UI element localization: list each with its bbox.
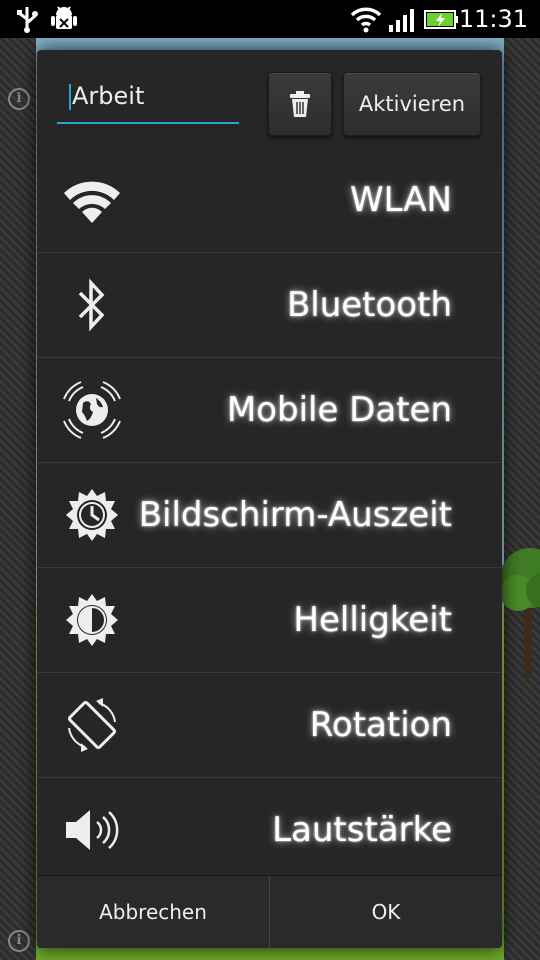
bluetooth-icon xyxy=(59,272,125,338)
widget-frame-right xyxy=(504,38,540,960)
cancel-button[interactable]: Abbrechen xyxy=(37,876,269,948)
profile-name-value: Arbeit xyxy=(72,82,145,110)
list-item-label: Bildschirm-Auszeit xyxy=(138,495,452,535)
brightness-icon xyxy=(59,587,125,653)
ok-button[interactable]: OK xyxy=(269,876,502,948)
list-item-label: Mobile Daten xyxy=(226,390,452,430)
wifi-icon xyxy=(59,167,125,233)
list-item-label: Helligkeit xyxy=(293,600,452,640)
rotation-icon xyxy=(59,692,125,758)
usb-icon xyxy=(17,7,38,33)
dialog-footer: Abbrechen OK xyxy=(37,875,502,948)
battery-charging-icon xyxy=(424,10,458,29)
list-item-mobile-data[interactable]: Mobile Daten xyxy=(37,358,502,463)
volume-icon xyxy=(59,797,125,863)
wifi-icon xyxy=(350,7,382,33)
android-debug-icon xyxy=(51,6,77,29)
signal-icon xyxy=(389,9,414,32)
list-item-brightness[interactable]: Helligkeit xyxy=(37,568,502,673)
list-item-label: Rotation xyxy=(309,705,452,745)
info-icon[interactable]: i xyxy=(8,88,30,110)
trash-icon xyxy=(290,91,310,117)
list-item-label: Lautstärke xyxy=(272,810,452,850)
list-item-volume[interactable]: Lautstärke xyxy=(37,778,502,882)
list-item-bluetooth[interactable]: Bluetooth xyxy=(37,253,502,358)
screen-timeout-icon xyxy=(59,482,125,548)
widget-frame-left xyxy=(0,38,36,960)
list-item-label: Bluetooth xyxy=(286,285,452,325)
delete-button[interactable] xyxy=(268,72,332,136)
text-caret xyxy=(69,84,71,110)
activate-button[interactable]: Aktivieren xyxy=(343,72,481,136)
list-item-screen-timeout[interactable]: Bildschirm-Auszeit xyxy=(37,463,502,568)
settings-list: WLAN Bluetooth Mobile Daten Bildschirm-A… xyxy=(37,148,502,882)
profile-name-input[interactable]: Arbeit xyxy=(57,82,239,124)
tree-image xyxy=(500,548,540,678)
mobile-data-icon xyxy=(59,377,125,443)
list-item-rotation[interactable]: Rotation xyxy=(37,673,502,778)
profile-dialog: Arbeit Aktivieren WLAN Bluetooth Mobile … xyxy=(37,50,502,948)
list-item-label: WLAN xyxy=(349,180,452,220)
status-bar: 11:31 xyxy=(0,0,540,38)
info-icon[interactable]: i xyxy=(8,930,30,952)
clock: 11:31 xyxy=(458,5,528,33)
list-item-wlan[interactable]: WLAN xyxy=(37,148,502,253)
